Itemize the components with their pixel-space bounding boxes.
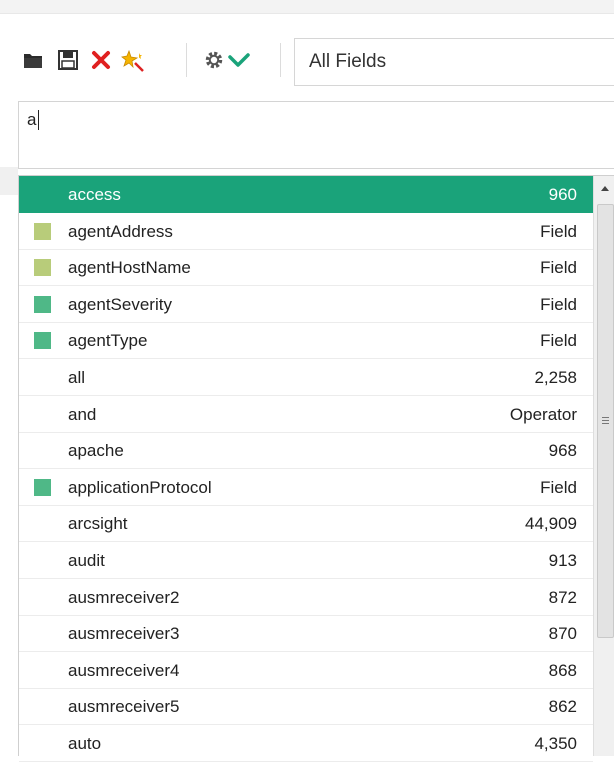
suggestion-item[interactable]: agentHostName Field (19, 249, 593, 287)
text-caret (38, 110, 39, 130)
suggestion-item[interactable]: access 960 (19, 176, 593, 213)
suggestion-item[interactable]: and Operator (19, 396, 593, 433)
suggestion-item[interactable]: agentAddress Field (19, 213, 593, 250)
suggestion-item[interactable]: ausmreceiver4 868 (19, 652, 593, 689)
suggestion-term: agentAddress (68, 221, 173, 241)
suggestion-item[interactable]: apache 968 (19, 432, 593, 470)
suggestion-count: 960 (548, 185, 577, 204)
scrollbar[interactable] (593, 176, 614, 756)
suggestion-term: agentHostName (68, 258, 191, 278)
delete-icon[interactable] (90, 49, 112, 71)
suggestion-term: audit (68, 551, 105, 570)
suggestion-count: 968 (548, 441, 577, 461)
toolbar-separator (186, 43, 187, 77)
suggestion-count: Field (540, 331, 577, 351)
suggestion-term: and (68, 404, 97, 424)
scrollbar-grip (602, 423, 609, 424)
field-type-swatch-icon (34, 295, 51, 313)
gear-icon[interactable] (203, 49, 225, 71)
suggestion-count: 44,909 (525, 514, 577, 534)
suggestion-item[interactable]: ausmreceiver3 870 (19, 615, 593, 653)
suggestion-count: 872 (548, 587, 577, 607)
suggestion-term: agentType (68, 331, 148, 351)
suggestion-count: 862 (548, 697, 577, 717)
scrollbar-thumb[interactable] (597, 204, 614, 638)
suggestion-item[interactable]: applicationProtocol Field (19, 469, 593, 506)
suggestion-term: ausmreceiver2 (68, 587, 180, 607)
suggestion-item[interactable]: arcsight 44,909 (19, 505, 593, 543)
new-query-icon[interactable] (121, 49, 144, 72)
suggestion-item[interactable]: ausmreceiver5 862 (19, 688, 593, 726)
background-panel (0, 167, 18, 195)
suggestion-count: 2,258 (534, 368, 577, 387)
suggestion-term: access (68, 185, 121, 204)
suggestion-count: Operator (509, 404, 577, 424)
field-type-swatch-icon (34, 478, 51, 496)
suggestion-count: 870 (548, 624, 577, 644)
field-type-swatch-icon (34, 259, 51, 277)
suggestion-item[interactable]: ausmreceiver2 872 (19, 579, 593, 616)
suggestion-term: ausmreceiver3 (68, 624, 180, 644)
suggestion-term: all (68, 368, 86, 387)
suggestion-term: auto (68, 734, 102, 753)
suggestion-count: Field (540, 477, 577, 497)
suggestion-term: apache (68, 441, 124, 461)
field-scope-select[interactable]: All Fields (294, 38, 614, 86)
suggestion-count: 4,350 (534, 734, 577, 753)
field-scope-value: All Fields (309, 51, 387, 72)
suggestion-count: 868 (548, 660, 577, 680)
suggestion-count: 913 (548, 551, 577, 570)
suggestion-item[interactable]: agentType Field (19, 322, 593, 360)
suggestion-item[interactable]: agentSeverity Field (19, 286, 593, 323)
suggestion-term: agentSeverity (68, 294, 172, 314)
check-dropdown-icon[interactable] (227, 49, 250, 71)
suggestion-item[interactable]: all 2,258 (19, 359, 593, 396)
suggestion-term: applicationProtocol (68, 477, 212, 497)
toolbar-separator (280, 43, 281, 77)
search-query-input[interactable]: a (18, 101, 614, 169)
field-type-swatch-icon (34, 222, 51, 240)
top-band (0, 0, 614, 14)
scroll-up-arrow-icon[interactable] (594, 176, 614, 204)
suggestion-term: ausmreceiver5 (68, 697, 180, 717)
suggestion-item[interactable]: auto 4,350 (19, 725, 593, 762)
scrollbar-grip (602, 417, 609, 418)
open-folder-icon[interactable] (22, 49, 44, 71)
suggestion-count: Field (540, 221, 577, 241)
suggestion-term: arcsight (68, 514, 128, 534)
toolbar: All Fields (0, 38, 614, 86)
save-icon[interactable] (57, 49, 79, 71)
suggestion-term: ausmreceiver4 (68, 660, 180, 680)
field-type-swatch-icon (34, 332, 51, 350)
suggestion-count: Field (540, 258, 577, 278)
scrollbar-grip (602, 420, 609, 421)
suggestion-item[interactable]: audit 913 (19, 542, 593, 579)
autocomplete-dropdown: access 960 agentAddress Field agentHostName F… (18, 175, 614, 762)
suggestion-count: Field (540, 294, 577, 314)
search-query-text: a (27, 110, 37, 129)
